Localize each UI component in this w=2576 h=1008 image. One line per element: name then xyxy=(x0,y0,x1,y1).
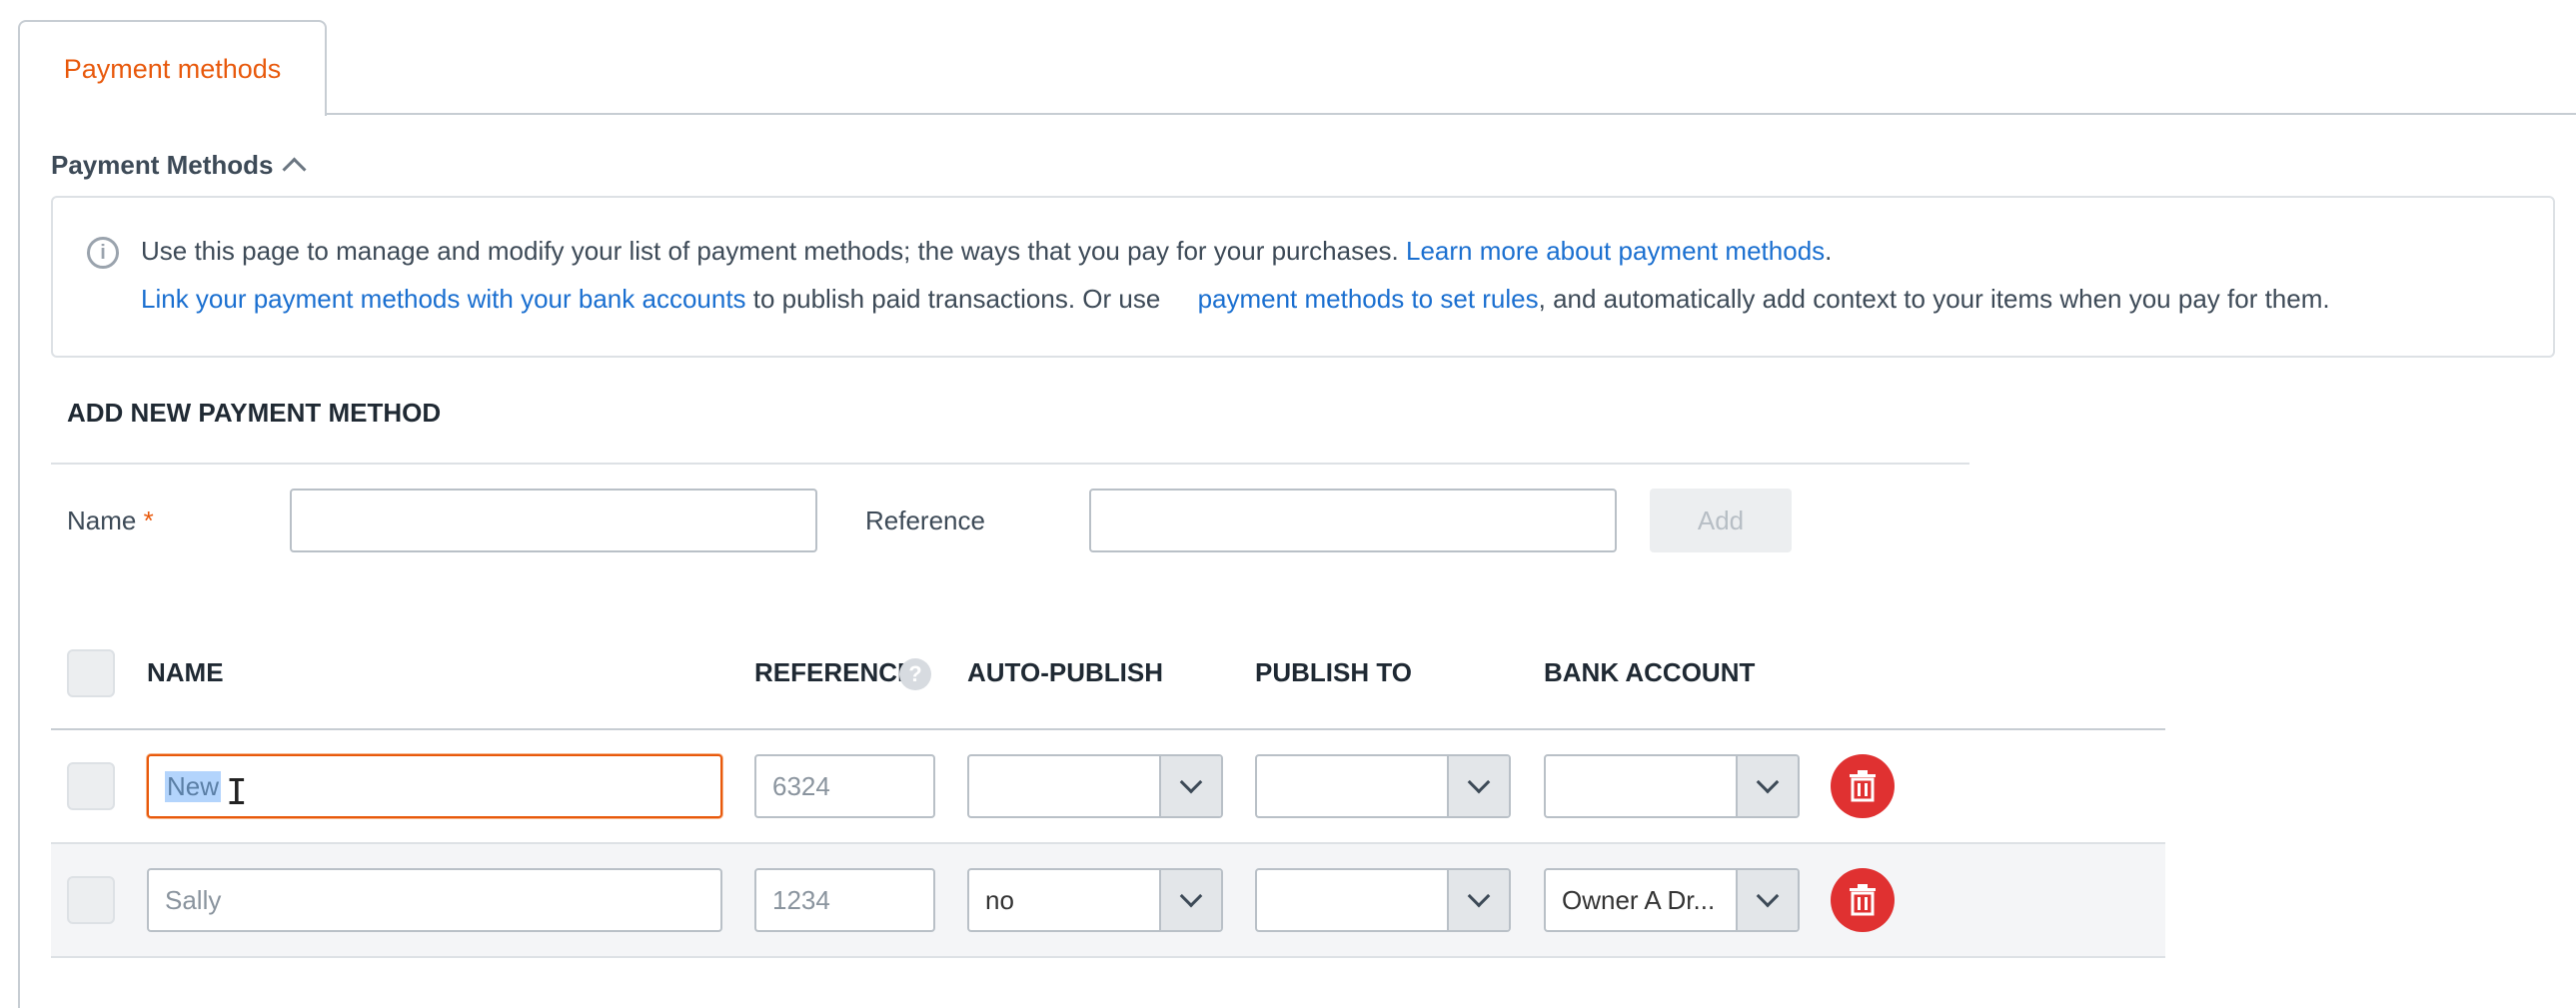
new-name-input[interactable] xyxy=(290,489,817,552)
tab-divider xyxy=(326,113,2576,115)
chevron-down-icon xyxy=(1756,770,1780,794)
header-publish-to: PUBLISH TO xyxy=(1255,657,1412,687)
chevron-up-icon[interactable] xyxy=(281,156,307,182)
info-period: . xyxy=(1825,236,1833,266)
delete-button[interactable] xyxy=(1831,754,1895,818)
reference-label: Reference xyxy=(865,505,985,535)
trash-icon xyxy=(1850,770,1876,802)
add-divider xyxy=(51,463,1969,465)
required-mark: * xyxy=(143,505,154,535)
section-title: Payment Methods xyxy=(51,149,274,180)
info-text-mid: to publish paid transactions. Or use xyxy=(745,284,1168,314)
trash-icon xyxy=(1850,884,1876,916)
chevron-down-icon xyxy=(1467,770,1491,794)
name-label: Name * xyxy=(67,505,154,536)
table-bottom-border xyxy=(51,956,2165,958)
chevron-down-icon xyxy=(1179,770,1203,794)
auto-publish-value: no xyxy=(985,884,1014,915)
tab-payment-methods[interactable]: Payment methods xyxy=(18,20,327,116)
info-line-1: Use this page to manage and modify your … xyxy=(141,236,1832,267)
bank-account-select[interactable]: Owner A Dr... xyxy=(1544,868,1800,932)
dropdown-button[interactable] xyxy=(1447,870,1509,930)
dropdown-button[interactable] xyxy=(1159,870,1221,930)
panel-left-border xyxy=(18,114,20,1008)
info-box xyxy=(51,196,2555,358)
auto-publish-select[interactable]: no xyxy=(967,868,1223,932)
publish-to-value xyxy=(1257,870,1447,930)
select-all-checkbox[interactable] xyxy=(67,649,115,697)
publish-to-select[interactable] xyxy=(1255,754,1511,818)
set-rules-link[interactable]: payment methods to set rules xyxy=(1198,284,1539,314)
dropdown-button[interactable] xyxy=(1447,756,1509,816)
bank-account-value xyxy=(1546,756,1736,816)
row-reference-input[interactable]: 6324 xyxy=(754,754,935,818)
info-line-2: Link your payment methods with your bank… xyxy=(141,284,2330,315)
name-label-text: Name xyxy=(67,505,137,535)
publish-to-select[interactable] xyxy=(1255,868,1511,932)
chevron-down-icon xyxy=(1756,884,1780,908)
dropdown-button[interactable] xyxy=(1736,870,1798,930)
auto-publish-select[interactable] xyxy=(967,754,1223,818)
auto-publish-value xyxy=(969,756,1159,816)
row-checkbox[interactable] xyxy=(67,876,115,924)
section-header[interactable]: Payment Methods xyxy=(51,145,307,185)
add-new-title: ADD NEW PAYMENT METHOD xyxy=(67,398,442,428)
row-name-input[interactable]: Sally xyxy=(147,868,722,932)
dropdown-button[interactable] xyxy=(1736,756,1798,816)
help-icon[interactable]: ? xyxy=(899,658,931,690)
chevron-down-icon xyxy=(1467,884,1491,908)
table-header-divider xyxy=(51,728,2165,730)
learn-more-link[interactable]: Learn more about payment methods xyxy=(1406,236,1825,266)
row-reference-input[interactable]: 1234 xyxy=(754,868,935,932)
header-bank-account: BANK ACCOUNT xyxy=(1544,657,1756,687)
link-bank-accounts-link[interactable]: Link your payment methods with your bank… xyxy=(141,284,746,314)
info-text-end: , and automatically add context to your … xyxy=(1538,284,2330,314)
row-name-value: New xyxy=(165,770,222,802)
new-reference-input[interactable] xyxy=(1089,489,1617,552)
tab-label: Payment methods xyxy=(63,53,282,84)
info-icon: i xyxy=(87,237,119,269)
info-text: Use this page to manage and modify your … xyxy=(141,236,1407,266)
text-cursor-icon: I xyxy=(226,772,248,813)
row-checkbox[interactable] xyxy=(67,762,115,810)
header-name: NAME xyxy=(147,657,224,687)
dropdown-button[interactable] xyxy=(1159,756,1221,816)
add-button[interactable]: Add xyxy=(1650,489,1792,552)
chevron-down-icon xyxy=(1179,884,1203,908)
delete-button[interactable] xyxy=(1831,868,1895,932)
header-auto-publish: AUTO-PUBLISH xyxy=(967,657,1163,687)
header-reference: REFERENCE xyxy=(754,657,915,687)
bank-account-value: Owner A Dr... xyxy=(1562,884,1716,915)
bank-account-select[interactable] xyxy=(1544,754,1800,818)
publish-to-value xyxy=(1257,756,1447,816)
